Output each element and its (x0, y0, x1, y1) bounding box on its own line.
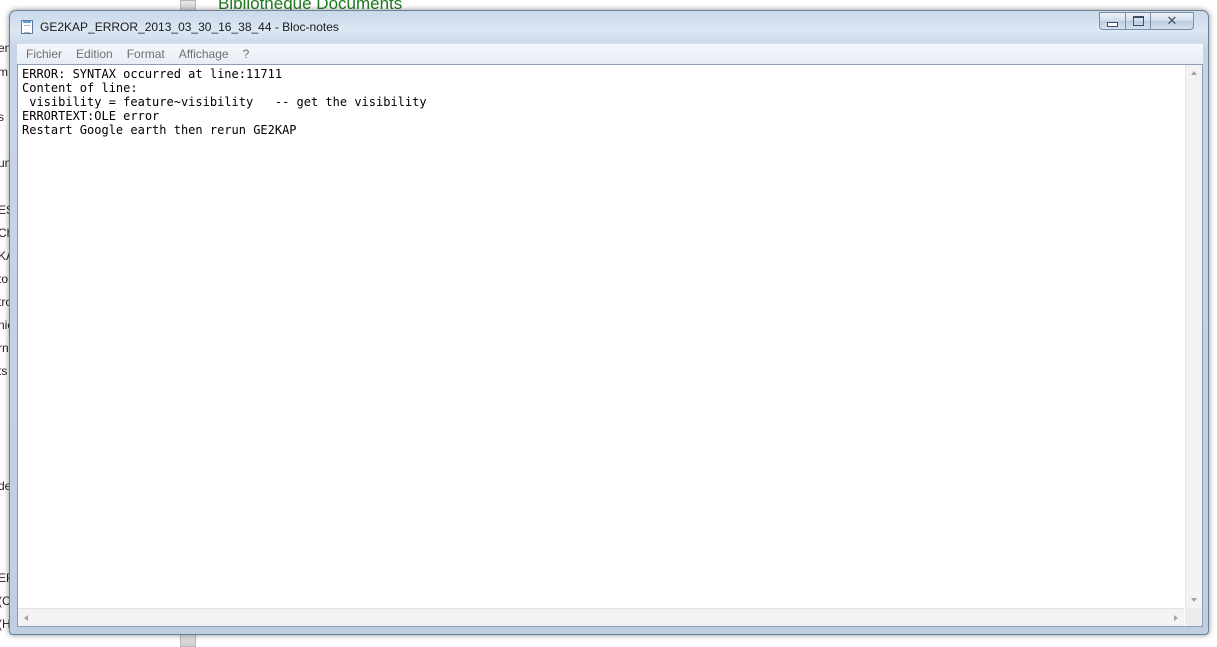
menu-bar: Fichier Edition Format Affichage ? (17, 43, 1203, 64)
background-fragment: ts (0, 364, 8, 378)
background-fragment: s (0, 110, 4, 124)
scrollbar-corner (1185, 608, 1202, 626)
maximize-icon (1132, 16, 1144, 26)
notepad-window: GE2KAP_ERROR_2013_03_30_16_38_44 - Bloc-… (9, 10, 1209, 635)
text-line: Restart Google earth then rerun GE2KAP (22, 123, 297, 137)
close-icon: ✕ (1166, 13, 1178, 29)
maximize-button[interactable] (1125, 12, 1151, 30)
window-title: GE2KAP_ERROR_2013_03_30_16_38_44 - Bloc-… (40, 20, 339, 34)
scroll-right-icon[interactable] (1174, 615, 1178, 621)
menu-affichage[interactable]: Affichage (172, 44, 236, 64)
minimize-icon (1107, 21, 1118, 27)
menu-format[interactable]: Format (120, 44, 172, 64)
background-fragment: m (0, 65, 8, 79)
text-line: visibility = feature~visibility -- get t… (22, 95, 427, 109)
minimize-button[interactable] (1099, 12, 1126, 30)
background-fragment: l (0, 179, 1, 193)
document-text[interactable]: ERROR: SYNTAX occurred at line:11711 Con… (18, 65, 1184, 608)
menu-help[interactable]: ? (236, 44, 257, 64)
text-line: Content of line: (22, 81, 138, 95)
background-fragment: rn (0, 341, 9, 355)
editor-area[interactable]: ERROR: SYNTAX occurred at line:11711 Con… (17, 64, 1203, 627)
scroll-down-icon[interactable] (1191, 598, 1197, 602)
text-line: ERRORTEXT:OLE error (22, 109, 160, 123)
horizontal-scrollbar[interactable] (18, 608, 1184, 626)
title-bar[interactable]: GE2KAP_ERROR_2013_03_30_16_38_44 - Bloc-… (10, 11, 1208, 41)
text-line: ERROR: SYNTAX occurred at line:11711 (22, 67, 283, 81)
scroll-up-icon[interactable] (1191, 71, 1197, 75)
vertical-scrollbar[interactable] (1185, 65, 1202, 608)
menu-edition[interactable]: Edition (69, 44, 120, 64)
close-button[interactable]: ✕ (1150, 12, 1194, 30)
menu-fichier[interactable]: Fichier (17, 44, 69, 64)
scroll-left-icon[interactable] (24, 615, 28, 621)
background-fragment: to (0, 272, 9, 286)
notepad-icon[interactable] (21, 20, 33, 34)
